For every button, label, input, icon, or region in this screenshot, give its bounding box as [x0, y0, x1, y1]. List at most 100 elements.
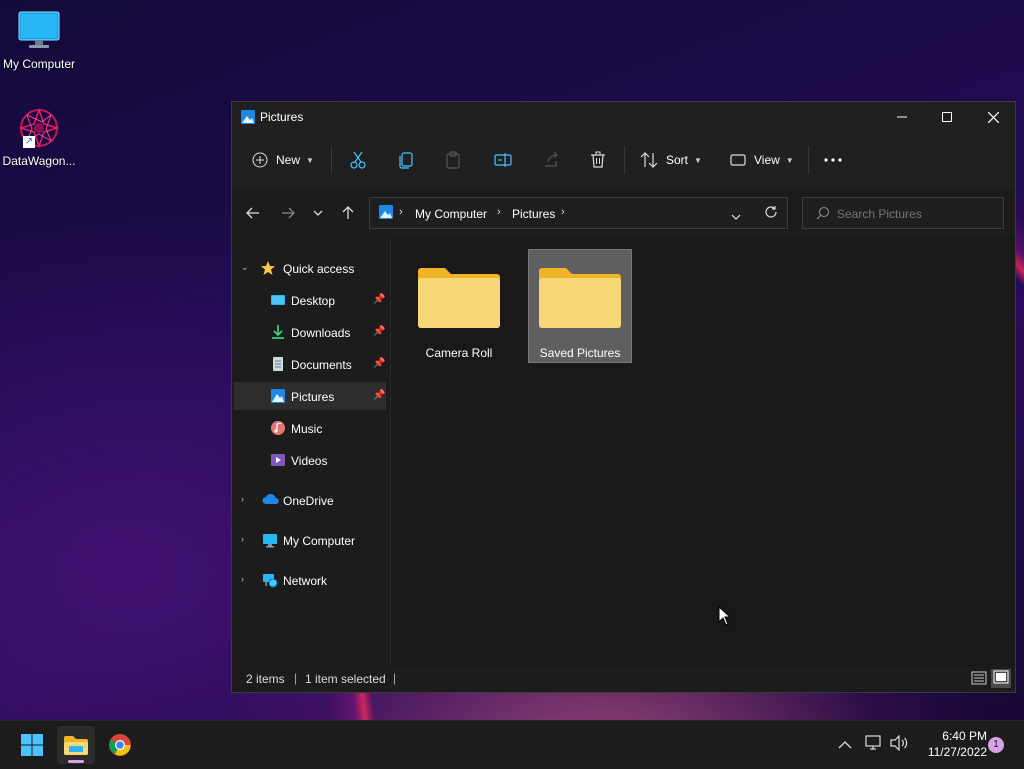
arrow-right-icon [282, 207, 295, 219]
back-button[interactable] [242, 202, 264, 224]
arrow-up-icon [342, 206, 354, 219]
pin-icon: 📌 [373, 294, 386, 305]
pin-icon: 📌 [373, 358, 386, 369]
address-history-button[interactable] [731, 209, 741, 223]
taskbar-chrome[interactable] [101, 726, 139, 764]
sidebar-item-label: My Computer [283, 534, 356, 548]
star-icon [260, 260, 276, 276]
search-box[interactable] [802, 197, 1004, 229]
monitor-icon [0, 10, 78, 53]
copy-icon [399, 152, 413, 169]
chevron-down-icon [731, 214, 741, 220]
folder-item-camera-roll[interactable]: Camera Roll [407, 249, 511, 363]
sidebar-item-videos[interactable]: Videos [232, 446, 388, 474]
cut-button[interactable] [349, 144, 367, 176]
pin-icon: 📌 [373, 390, 386, 401]
file-explorer-icon [64, 736, 88, 755]
folder-label: Camera Roll [425, 346, 493, 360]
arrow-left-icon [246, 207, 259, 219]
close-button[interactable] [970, 102, 1016, 132]
pin-icon: 📌 [373, 326, 386, 337]
delete-button[interactable] [590, 144, 606, 176]
divider [624, 146, 625, 174]
recent-locations-button[interactable] [307, 202, 329, 224]
breadcrumb-my-computer[interactable]: My Computer [415, 207, 487, 221]
file-list[interactable]: Camera Roll Saved Pictures [391, 238, 1015, 668]
address-bar[interactable]: › My Computer › Pictures › [369, 197, 788, 229]
divider [808, 146, 809, 174]
new-button[interactable]: New ▼ [252, 144, 314, 176]
shortcut-arrow-icon: ↗ [23, 136, 35, 148]
share-button[interactable] [542, 144, 560, 176]
paste-button[interactable] [445, 144, 461, 176]
sidebar-item-desktop[interactable]: Desktop 📌 [232, 286, 388, 314]
clipboard-icon [446, 151, 460, 169]
clock-date: 11/27/2022 [927, 745, 987, 759]
desktop-icon-datawagon[interactable]: ↗ DataWagon... [0, 106, 78, 168]
search-input[interactable] [835, 204, 999, 224]
network-status-button[interactable] [865, 735, 883, 756]
sidebar-item-quick-access[interactable]: ⌄ Quick access [232, 254, 388, 282]
document-icon [270, 356, 286, 372]
start-button[interactable] [13, 726, 51, 764]
more-options-button[interactable] [824, 144, 842, 176]
datawagon-app-icon: ↗ [15, 106, 63, 150]
forward-button[interactable] [277, 202, 299, 224]
taskbar-file-explorer[interactable] [57, 726, 95, 764]
scissors-icon [350, 151, 366, 169]
new-label: New [276, 153, 301, 167]
view-button[interactable]: View ▼ [730, 144, 794, 176]
chevron-down-icon[interactable]: ⌄ [241, 262, 249, 273]
sidebar-item-label: Videos [291, 454, 328, 468]
sidebar-item-pictures[interactable]: Pictures 📌 [234, 382, 386, 410]
chrome-icon [109, 734, 131, 756]
chevron-right-icon[interactable]: › [241, 494, 244, 504]
folder-icon [529, 261, 631, 332]
cloud-icon [262, 492, 279, 508]
pictures-icon [270, 388, 286, 404]
desktop-icon-my-computer[interactable]: My Computer [0, 10, 78, 71]
rename-icon [494, 153, 512, 167]
copy-button[interactable] [398, 144, 414, 176]
volume-button[interactable] [890, 734, 910, 756]
breadcrumb-pictures[interactable]: Pictures [512, 207, 555, 221]
share-icon [545, 151, 558, 167]
sidebar-item-onedrive[interactable]: › OneDrive [232, 486, 388, 514]
sidebar-item-label: Music [291, 422, 323, 436]
show-hidden-icons-button[interactable] [838, 737, 852, 755]
chevron-up-icon [838, 741, 852, 749]
sidebar-item-label: Pictures [291, 390, 335, 404]
sidebar-item-music[interactable]: Music [232, 414, 388, 442]
sidebar-item-network[interactable]: › Network [232, 566, 388, 594]
chevron-right-icon[interactable]: › [241, 574, 244, 584]
sidebar-item-documents[interactable]: Documents 📌 [232, 350, 388, 378]
notification-count: 1 [993, 739, 999, 750]
notification-badge[interactable]: 1 [988, 737, 1004, 753]
refresh-button[interactable] [764, 205, 778, 222]
maximize-button[interactable] [924, 102, 970, 132]
sidebar-item-downloads[interactable]: Downloads 📌 [232, 318, 388, 346]
chevron-down-icon: ▼ [785, 155, 794, 165]
chevron-down-icon [313, 210, 323, 216]
rename-button[interactable] [494, 144, 512, 176]
search-icon [816, 206, 830, 223]
title-bar[interactable]: Pictures [232, 102, 1015, 132]
minimize-button[interactable] [879, 102, 925, 132]
video-icon [270, 452, 286, 468]
sort-button[interactable]: Sort ▼ [640, 144, 702, 176]
tiles-view-button[interactable] [991, 669, 1011, 688]
sidebar-item-label: Downloads [291, 326, 351, 340]
window-title: Pictures [260, 110, 304, 124]
sidebar-item-label: Network [283, 574, 328, 588]
desktop-icon-label: My Computer [2, 57, 76, 71]
up-button[interactable] [337, 202, 359, 224]
trash-icon [591, 151, 605, 168]
divider: | [393, 671, 397, 685]
chevron-right-icon[interactable]: › [241, 534, 244, 544]
more-icon [824, 158, 842, 162]
sidebar-item-my-computer[interactable]: › My Computer [232, 526, 388, 554]
clock[interactable]: 6:40 PM 11/27/2022 [915, 728, 987, 760]
folder-item-saved-pictures[interactable]: Saved Pictures [528, 249, 632, 363]
details-view-button[interactable] [971, 671, 987, 688]
folder-icon [407, 261, 511, 332]
